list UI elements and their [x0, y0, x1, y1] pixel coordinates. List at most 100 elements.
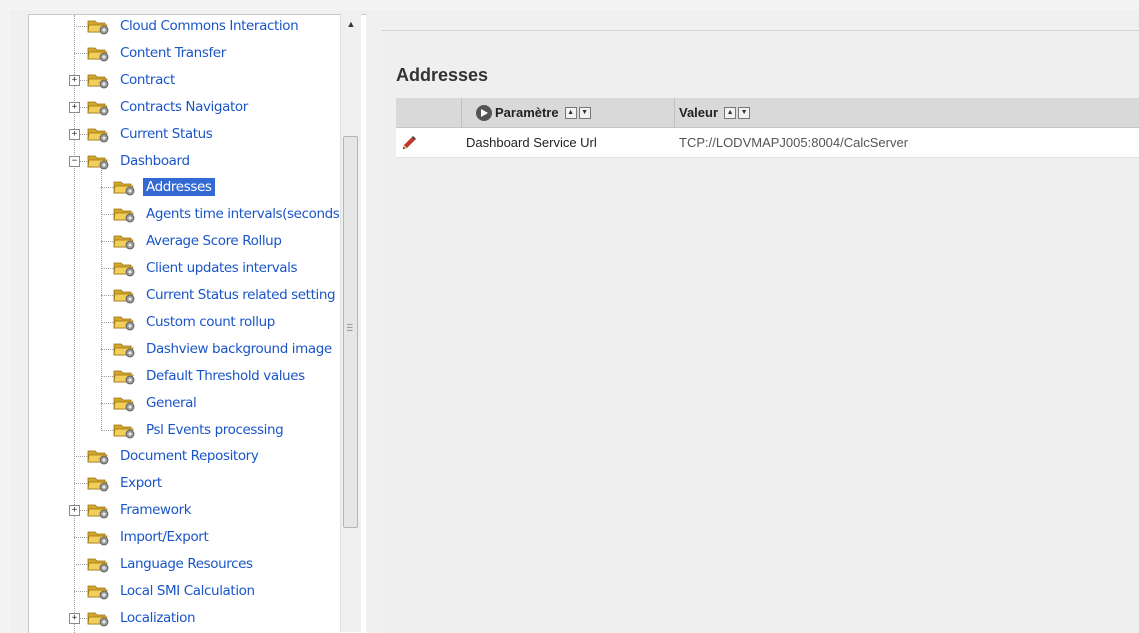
tree-guide-line — [101, 167, 102, 431]
tree-item-label: Content Transfer — [120, 44, 226, 61]
expand-icon[interactable]: + — [69, 612, 80, 624]
tree-connector — [101, 429, 113, 431]
tree-connector — [101, 402, 113, 404]
tree-item[interactable]: Document Repository — [87, 443, 261, 469]
sort-ascending-icon[interactable]: ▲ — [564, 106, 577, 119]
settings-folder-icon — [113, 313, 137, 331]
tree-item-label: Import/Export — [120, 529, 209, 546]
tree-connector — [74, 52, 87, 54]
settings-folder-icon — [87, 447, 111, 465]
settings-folder-icon — [87, 528, 111, 546]
tree-item-label: Contract — [120, 71, 175, 88]
tree-item[interactable]: Average Score Rollup — [113, 228, 285, 254]
settings-folder-icon — [113, 205, 137, 223]
settings-folder-icon — [113, 421, 137, 439]
tree-item[interactable]: Contract — [87, 67, 178, 93]
expand-icon[interactable]: + — [69, 128, 80, 140]
tree-item-label: Contracts Navigator — [120, 98, 248, 115]
settings-folder-icon — [87, 501, 111, 519]
tree-connector — [101, 241, 113, 243]
tree-connector — [74, 26, 87, 27]
column-header-param-label: Paramètre — [495, 105, 559, 120]
tree-item-label: Local SMI Calculation — [120, 582, 255, 599]
tree-item[interactable]: Cloud Commons Interaction — [87, 15, 301, 39]
tree-item[interactable]: Local SMI Calculation — [87, 578, 258, 604]
tree-item[interactable]: Localization — [87, 605, 198, 631]
tree-item[interactable]: Import/Export — [87, 524, 211, 550]
tree-item-label: Current Status related setting — [146, 287, 336, 303]
tree-item[interactable]: Dashview background image — [113, 336, 335, 362]
scroll-thumb[interactable]: – – – — [343, 136, 358, 528]
tree-item[interactable]: General — [113, 390, 199, 416]
tree-item[interactable]: Content Transfer — [87, 40, 229, 66]
tree-item-label: Framework — [120, 502, 192, 519]
column-header-param[interactable]: Paramètre ▲ ▼ — [476, 98, 591, 127]
column-header-value[interactable]: Valeur ▲ ▼ — [679, 98, 751, 127]
tree-item[interactable]: Default Threshold values — [113, 363, 308, 389]
tree-connector — [74, 456, 87, 458]
settings-folder-icon — [87, 98, 111, 116]
tree-connector — [74, 564, 87, 565]
tree-item[interactable]: Agents time intervals(seconds — [113, 201, 342, 227]
tree-item-label: Language Resources — [120, 556, 253, 572]
column-divider — [461, 98, 462, 127]
settings-folder-icon — [113, 367, 137, 385]
settings-folder-icon — [113, 394, 137, 412]
play-icon[interactable] — [476, 104, 492, 121]
tree-item[interactable]: Current Status — [87, 121, 215, 147]
settings-folder-icon — [87, 474, 111, 492]
tree-item-label: Custom count rollup — [146, 313, 275, 330]
sort-descending-icon[interactable]: ▼ — [738, 106, 751, 119]
param-cell: Dashboard Service Url — [466, 135, 597, 150]
tree-item-label: General — [146, 394, 197, 411]
tree-item[interactable]: Export — [87, 470, 165, 496]
tree-connector — [101, 321, 113, 323]
tree-connector — [101, 187, 113, 189]
collapse-icon[interactable]: − — [69, 155, 80, 167]
scroll-grip-icon: – – – — [347, 319, 353, 336]
settings-folder-icon — [87, 152, 111, 170]
table-row[interactable]: Dashboard Service Url TCP://LODVMAPJ005:… — [396, 128, 1139, 158]
settings-folder-icon — [113, 286, 137, 304]
tree-item-label: Dashview background image — [146, 340, 332, 357]
tree-item[interactable]: Framework — [87, 497, 194, 523]
sort-ascending-icon[interactable]: ▲ — [724, 106, 737, 119]
settings-folder-icon — [113, 340, 137, 358]
tree-item-label: Agents time intervals(seconds — [146, 206, 340, 223]
tree-connector — [74, 590, 87, 592]
settings-folder-icon — [113, 232, 137, 250]
tree-item[interactable]: Client updates intervals — [113, 255, 300, 281]
tree-item-label: Client updates intervals — [146, 260, 298, 277]
tree-item[interactable]: Contracts Navigator — [87, 94, 251, 120]
tree-item[interactable]: Psl Events processing — [113, 417, 286, 443]
scroll-up-arrow-icon[interactable]: ▲ — [341, 14, 361, 34]
tree-item[interactable]: Language Resources — [87, 551, 256, 577]
tree-item-label: Default Threshold values — [146, 367, 305, 384]
tree-connector — [74, 483, 87, 485]
settings-folder-icon — [87, 582, 111, 600]
tree-connector — [101, 348, 113, 350]
settings-folder-icon — [87, 125, 111, 143]
tree-connector — [101, 375, 113, 377]
column-divider — [674, 98, 675, 127]
value-cell: TCP://LODVMAPJ005:8004/CalcServer — [679, 135, 909, 150]
tree-item[interactable]: Addresses — [113, 174, 215, 200]
tree-item[interactable]: Dashboard — [87, 148, 193, 174]
settings-folder-icon — [87, 44, 111, 62]
tree-item[interactable]: Custom count rollup — [113, 309, 278, 335]
tree-item[interactable]: Current Status related setting — [113, 282, 338, 308]
grid-header: Paramètre ▲ ▼ Valeur ▲ ▼ — [396, 98, 1139, 128]
settings-folder-icon — [87, 71, 111, 89]
tree-scrollbar[interactable]: ▲ – – – — [340, 14, 361, 632]
edit-pencil-icon[interactable] — [400, 128, 418, 157]
expand-icon[interactable]: + — [69, 101, 80, 113]
expand-icon[interactable]: + — [69, 74, 80, 86]
settings-folder-icon — [87, 555, 111, 573]
tree-item-label: Psl Events processing — [146, 421, 284, 438]
tree-connector — [101, 214, 113, 216]
settings-folder-icon — [87, 17, 111, 35]
tree-item-label: Cloud Commons Interaction — [120, 18, 299, 34]
tree-connector — [101, 268, 113, 270]
expand-icon[interactable]: + — [69, 505, 80, 517]
sort-descending-icon[interactable]: ▼ — [578, 106, 591, 119]
